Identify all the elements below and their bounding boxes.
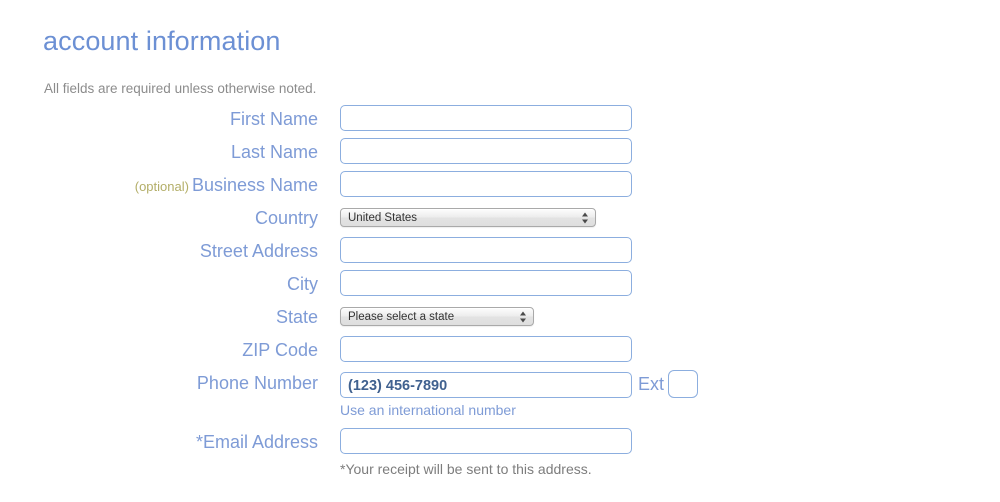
city-input[interactable] — [340, 270, 632, 296]
form-row-email-address: *Email Address — [0, 426, 1000, 459]
field-cell-state: Please select a state — [340, 301, 534, 334]
optional-tag-business-name: (optional) — [134, 179, 189, 194]
email-address-input[interactable] — [340, 428, 632, 454]
label-cell-email-address: *Email Address — [196, 426, 318, 459]
form-row-country: Country United States — [0, 202, 1000, 235]
label-country: Country — [254, 208, 318, 228]
account-information-page: account information All fields are requi… — [0, 0, 1000, 502]
field-cell-business-name — [340, 169, 632, 202]
street-address-input[interactable] — [340, 237, 632, 263]
zip-code-input[interactable] — [340, 336, 632, 362]
phone-number-input[interactable] — [340, 371, 632, 398]
form-row-phone-helper: Use an international number — [0, 400, 1000, 426]
label-extension: Ext — [638, 373, 665, 394]
label-cell-business-name: (optional) Business Name — [135, 169, 318, 202]
label-cell-state: State — [276, 301, 318, 334]
form-row-state: State Please select a state — [0, 301, 1000, 334]
field-cell-phone-number: Ext — [340, 367, 699, 400]
label-zip-code: ZIP Code — [242, 340, 318, 360]
field-cell-street-address — [340, 235, 632, 268]
field-cell-zip-code — [340, 334, 632, 367]
page-title: account information — [43, 26, 281, 56]
label-cell-last-name: Last Name — [231, 136, 318, 169]
label-state: State — [275, 307, 318, 327]
label-last-name: Last Name — [230, 142, 318, 162]
form-row-last-name: Last Name — [0, 136, 1000, 169]
state-select-value: Please select a state — [348, 311, 455, 323]
form-row-email-helper: *Your receipt will be sent to this addre… — [0, 459, 1000, 485]
email-receipt-note: *Your receipt will be sent to this addre… — [340, 461, 592, 477]
form-row-business-name: (optional) Business Name — [0, 169, 1000, 202]
label-cell-city: City — [287, 268, 318, 301]
label-cell-street-address: Street Address — [200, 235, 318, 268]
form-row-city: City — [0, 268, 1000, 301]
label-street-address: Street Address — [199, 241, 318, 261]
form-row-first-name: First Name — [0, 103, 1000, 136]
label-cell-zip-code: ZIP Code — [242, 334, 318, 367]
field-cell-city — [340, 268, 632, 301]
form-row-phone-number: Phone Number Ext — [0, 367, 1000, 400]
first-name-input[interactable] — [340, 105, 632, 131]
country-select-value: United States — [348, 212, 418, 224]
label-phone-number: Phone Number — [196, 373, 318, 393]
label-email-address: *Email Address — [195, 432, 318, 452]
field-cell-last-name — [340, 136, 632, 169]
label-business-name: Business Name — [191, 175, 318, 195]
label-cell-phone-number: Phone Number — [197, 367, 318, 400]
form-subtitle: All fields are required unless otherwise… — [44, 81, 317, 96]
country-select[interactable]: United States — [340, 208, 596, 227]
account-information-form: First Name Last Name (optional) Business … — [0, 103, 1000, 485]
stepper-arrows-icon — [582, 211, 589, 224]
form-row-zip-code: ZIP Code — [0, 334, 1000, 367]
field-cell-country: United States — [340, 202, 596, 235]
form-row-street-address: Street Address — [0, 235, 1000, 268]
state-select[interactable]: Please select a state — [340, 307, 534, 326]
last-name-input[interactable] — [340, 138, 632, 164]
field-cell-first-name — [340, 103, 632, 136]
extension-input[interactable] — [668, 369, 699, 398]
label-cell-first-name: First Name — [230, 103, 318, 136]
phone-field-group: Ext — [340, 367, 699, 400]
label-cell-country: Country — [255, 202, 318, 235]
international-number-link[interactable]: Use an international number — [340, 402, 516, 418]
label-city: City — [287, 274, 318, 294]
label-first-name: First Name — [229, 109, 318, 129]
stepper-arrows-icon — [520, 310, 527, 323]
business-name-input[interactable] — [340, 171, 632, 197]
field-cell-email-address — [340, 426, 632, 459]
